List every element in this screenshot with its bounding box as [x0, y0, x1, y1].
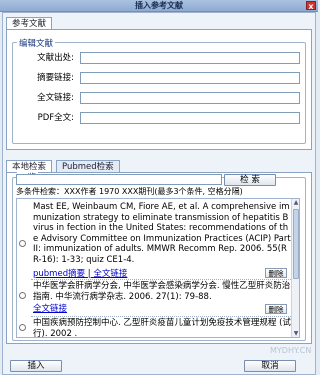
insert-button[interactable]: 插入	[10, 360, 62, 372]
abstract-link-input[interactable]	[80, 72, 300, 84]
delete-button[interactable]: 删除	[265, 304, 287, 314]
dialog-titlebar: 插入参考文献 x	[0, 0, 318, 12]
row-divider	[31, 316, 293, 317]
select-radio[interactable]	[19, 240, 26, 247]
list-item[interactable]: 中华医学会肝病学分会, 中华医学会感染病学分会. 慢性乙型肝炎防治指南. 中华流…	[19, 281, 291, 317]
results-scrollbar[interactable]: ▲ ▼	[291, 199, 299, 337]
select-radio[interactable]	[19, 292, 26, 299]
fulltext-link-input[interactable]	[80, 92, 300, 104]
row-divider	[31, 279, 293, 280]
scroll-up-icon[interactable]: ▲	[292, 199, 299, 207]
reference-text: 中国疾病预防控制中心. 乙型肝炎疫苗儿童计划免疫技术管理规程 (试行). 200…	[33, 318, 291, 338]
reference-text: 中华医学会肝病学分会, 中华医学会感染病学分会. 慢性乙型肝炎防治指南. 中华流…	[33, 281, 291, 302]
search-hint: 多条件检索：XXX作者 1970 XXX期刊(最多3个条件, 空格分隔)	[16, 187, 243, 196]
reference-links: pubmed摘要 | 全文链接	[33, 269, 127, 279]
reference-links: 全文链接	[33, 304, 67, 314]
results-list[interactable]: Mast EE, Weinbaum CM, Fiore AE, et al. A…	[16, 198, 300, 338]
edit-reference-legend: 编辑文献	[17, 37, 56, 49]
pubmed-abstract-link[interactable]: pubmed摘要	[33, 269, 85, 279]
link-separator: |	[87, 269, 91, 279]
source-label: 文献出处:	[37, 53, 74, 63]
search-button[interactable]: 检 索	[224, 174, 276, 186]
pdf-fulltext-input[interactable]	[80, 112, 300, 124]
watermark: MYDHY.CN	[270, 346, 312, 355]
scroll-down-icon[interactable]: ▼	[292, 330, 299, 337]
delete-button[interactable]: 删除	[265, 268, 287, 278]
select-radio[interactable]	[19, 324, 26, 331]
fulltext-link[interactable]: 全文链接	[33, 304, 67, 314]
close-icon[interactable]: x	[306, 1, 316, 11]
list-item[interactable]: 中国疾病预防控制中心. 乙型肝炎疫苗儿童计划免疫技术管理规程 (试行). 200…	[19, 318, 291, 338]
dialog-title: 插入参考文献	[135, 1, 183, 10]
cancel-button[interactable]: 取消	[244, 360, 296, 372]
fulltext-link[interactable]: 全文链接	[93, 269, 127, 279]
source-input[interactable]	[80, 52, 300, 64]
list-item[interactable]: Mast EE, Weinbaum CM, Fiore AE, et al. A…	[19, 202, 291, 288]
scroll-thumb[interactable]	[293, 209, 299, 279]
pdf-fulltext-label: PDF全文:	[37, 113, 74, 123]
reference-text: Mast EE, Weinbaum CM, Fiore AE, et al. A…	[33, 202, 291, 265]
fulltext-link-label: 全文链接:	[37, 93, 74, 103]
search-input[interactable]	[16, 174, 222, 185]
abstract-link-label: 摘要链接:	[37, 73, 74, 83]
